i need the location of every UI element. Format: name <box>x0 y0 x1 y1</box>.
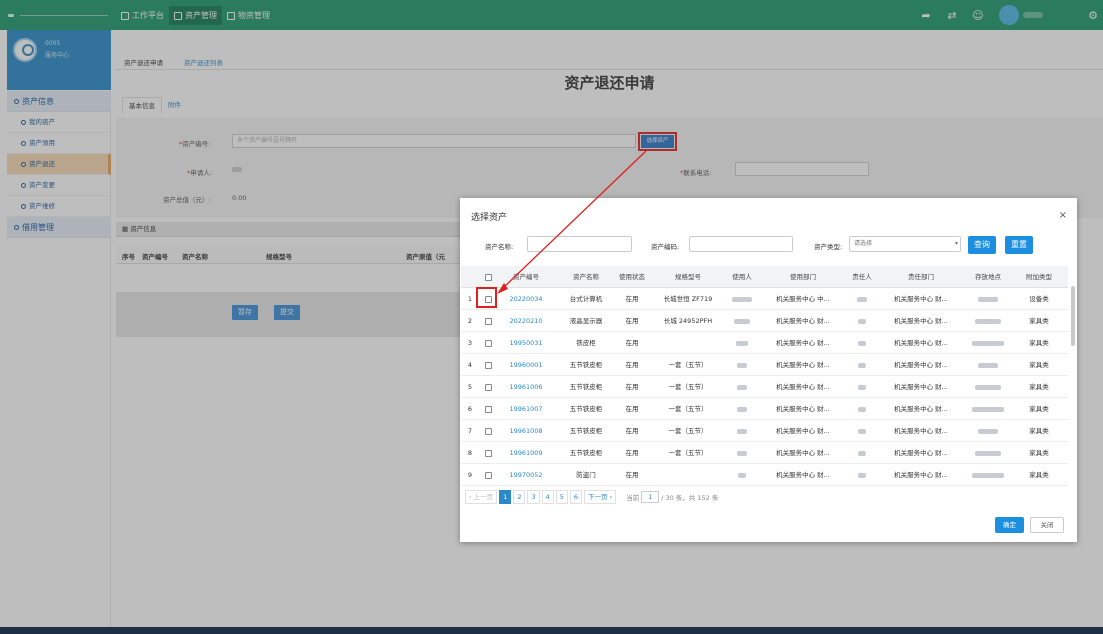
annotation-arrow <box>497 150 647 294</box>
bottom-strip <box>0 627 1103 634</box>
